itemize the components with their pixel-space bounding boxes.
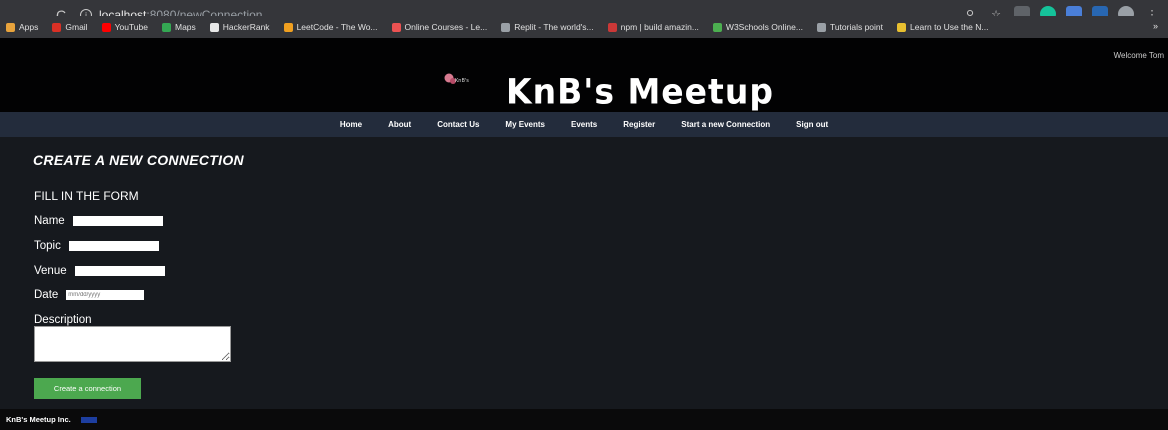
logo-text: KnB's xyxy=(455,78,469,84)
date-input[interactable] xyxy=(66,290,145,300)
bookmark-item[interactable]: Tutorials point xyxy=(816,22,884,32)
footer-text: KnB's Meetup Inc. xyxy=(6,415,71,424)
bookmark-label: Maps xyxy=(174,22,196,32)
description-label: Description xyxy=(34,314,92,326)
nav-item-events[interactable]: Events xyxy=(571,120,597,129)
site-header: Welcome Tom KnB's KnB's Meetup xyxy=(0,38,1168,112)
bookmark-item[interactable]: Apps xyxy=(6,22,38,32)
topic-input[interactable] xyxy=(68,241,159,251)
date-row: Date xyxy=(34,289,145,301)
bookmark-icon xyxy=(607,22,617,32)
bookmark-item[interactable]: Replit - The world's... xyxy=(501,22,594,32)
bookmark-icon xyxy=(6,22,15,32)
bookmark-icon xyxy=(161,22,171,32)
nav-item-start-a-new-connection[interactable]: Start a new Connection xyxy=(681,120,770,129)
main-nav: Home About Contact Us My Events Events Regist… xyxy=(0,112,1168,137)
bookmark-icon xyxy=(52,22,62,32)
bookmark-label: npm | build amazin... xyxy=(620,22,699,32)
bookmark-item[interactable]: Online Courses - Le... xyxy=(391,22,488,32)
bookmark-label: HackerRank xyxy=(222,22,270,32)
venue-input[interactable] xyxy=(74,266,165,276)
bookmark-item[interactable]: npm | build amazin... xyxy=(607,22,699,32)
bookmark-item[interactable]: Gmail xyxy=(52,22,88,32)
page-title: CREATE A NEW CONNECTION xyxy=(33,152,244,168)
social-icon[interactable] xyxy=(80,416,97,423)
bookmark-icon xyxy=(391,22,401,32)
bookmark-icon xyxy=(816,22,826,32)
welcome-text: Welcome Tom xyxy=(1113,51,1164,60)
bookmark-label: Apps xyxy=(19,22,39,32)
name-label: Name xyxy=(34,215,65,227)
bookmarks-more-icon[interactable]: » xyxy=(1153,21,1158,31)
form-heading: FILL IN THE FORM xyxy=(34,189,139,203)
date-label: Date xyxy=(34,289,59,301)
bookmark-icon xyxy=(209,22,219,32)
nav-item-contact-us[interactable]: Contact Us xyxy=(437,120,479,129)
bookmark-item[interactable]: HackerRank xyxy=(209,22,270,32)
bookmark-icon xyxy=(897,22,907,32)
bookmark-label: Gmail xyxy=(65,22,88,32)
nav-item-home[interactable]: Home xyxy=(340,120,362,129)
site-footer: KnB's Meetup Inc. xyxy=(0,409,1168,430)
bookmark-item[interactable]: Learn to Use the N... xyxy=(897,22,988,32)
create-connection-button[interactable]: Create a connection xyxy=(34,378,141,399)
nav-item-my-events[interactable]: My Events xyxy=(505,120,545,129)
bookmark-label: Replit - The world's... xyxy=(514,22,594,32)
description-textarea[interactable] xyxy=(34,326,231,362)
venue-label: Venue xyxy=(34,265,67,277)
bookmark-icon xyxy=(283,22,293,32)
topic-label: Topic xyxy=(34,240,61,252)
bookmark-label: W3Schools Online... xyxy=(725,22,803,32)
name-input[interactable] xyxy=(72,216,163,226)
bookmark-item[interactable]: YouTube xyxy=(101,22,148,32)
topic-row: Topic xyxy=(34,240,159,252)
bookmark-icon xyxy=(501,22,511,32)
venue-row: Venue xyxy=(34,265,165,277)
bookmark-label: YouTube xyxy=(114,22,148,32)
name-row: Name xyxy=(34,215,163,227)
bookmarks-bar: Apps Gmail YouTube Maps HackerRank LeetCode -… xyxy=(0,16,1168,38)
main-content: CREATE A NEW CONNECTION FILL IN THE FORM… xyxy=(0,137,1168,409)
bookmark-item[interactable]: Maps xyxy=(161,22,196,32)
bookmark-icon xyxy=(101,22,111,32)
bookmark-label: Learn to Use the N... xyxy=(910,22,989,32)
bookmark-icon xyxy=(712,22,722,32)
nav-item-about[interactable]: About xyxy=(388,120,411,129)
site-title: KnB's Meetup xyxy=(506,71,774,112)
bookmark-item[interactable]: W3Schools Online... xyxy=(712,22,803,32)
bookmark-label: Tutorials point xyxy=(829,22,884,32)
bookmark-label: Online Courses - Le... xyxy=(404,22,488,32)
nav-item-register[interactable]: Register xyxy=(623,120,655,129)
nav-item-sign-out[interactable]: Sign out xyxy=(796,120,828,129)
bookmark-item[interactable]: LeetCode - The Wo... xyxy=(283,22,378,32)
site-logo: KnB's xyxy=(444,73,469,84)
bookmark-label: LeetCode - The Wo... xyxy=(296,22,378,32)
